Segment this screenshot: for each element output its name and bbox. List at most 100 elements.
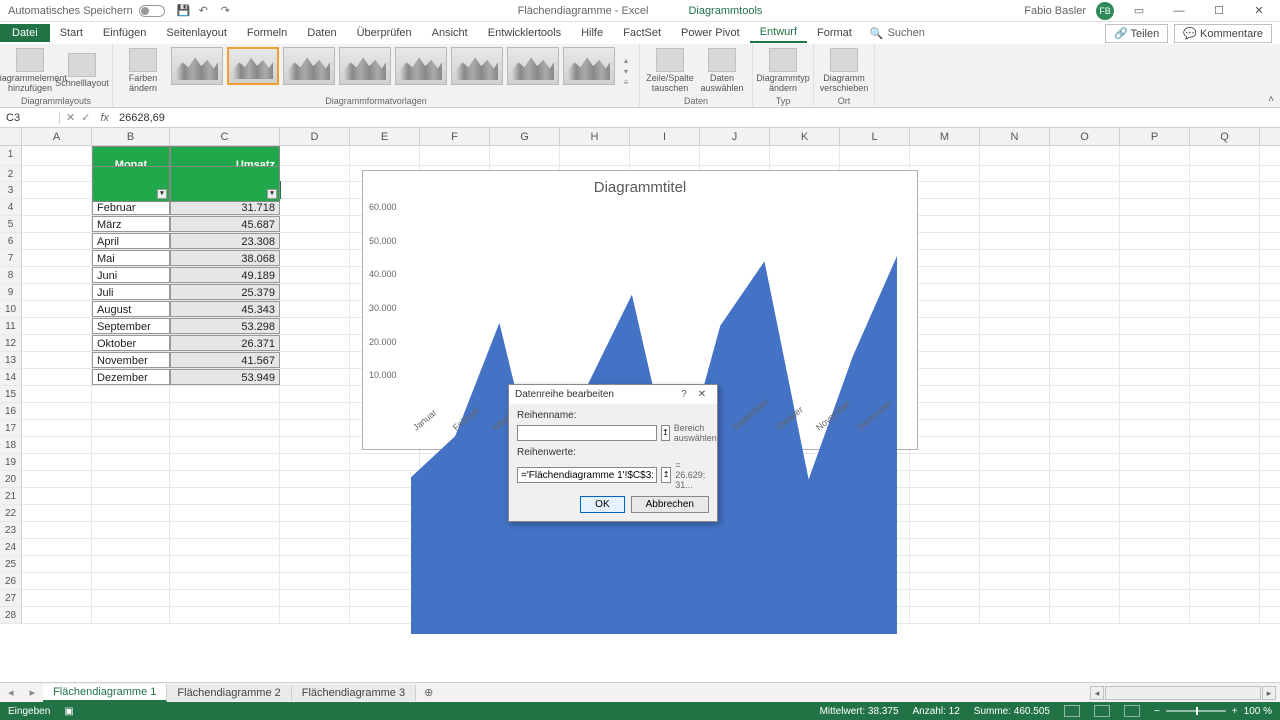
col-header[interactable]: D	[280, 128, 350, 145]
cell[interactable]	[1120, 166, 1190, 181]
cell[interactable]	[1190, 146, 1260, 165]
cell[interactable]	[420, 146, 490, 165]
cell[interactable]	[770, 146, 840, 165]
cell[interactable]	[980, 250, 1050, 266]
cell[interactable]	[1190, 522, 1260, 538]
ok-button[interactable]: OK	[580, 496, 624, 513]
cell[interactable]: Oktober	[92, 335, 170, 351]
close-icon[interactable]: ✕	[1244, 2, 1274, 20]
cell[interactable]	[910, 590, 980, 606]
cell[interactable]	[1050, 539, 1120, 555]
cell[interactable]	[350, 573, 420, 589]
cell[interactable]	[280, 284, 350, 300]
zoom-level[interactable]: 100 %	[1244, 706, 1272, 717]
cell[interactable]	[170, 556, 280, 572]
series-values-input[interactable]	[517, 467, 657, 483]
col-header[interactable]: N	[980, 128, 1050, 145]
cell[interactable]	[22, 318, 92, 334]
cell[interactable]	[1050, 318, 1120, 334]
cell[interactable]	[280, 471, 350, 487]
cell[interactable]	[350, 590, 420, 606]
tab-format[interactable]: Format	[807, 24, 862, 42]
chart-style-6[interactable]	[451, 47, 503, 85]
cell[interactable]: 25.379	[170, 284, 280, 300]
cell[interactable]	[910, 420, 980, 436]
cell[interactable]	[280, 454, 350, 470]
cell[interactable]	[910, 250, 980, 266]
cell[interactable]	[980, 471, 1050, 487]
row-header[interactable]: 9	[0, 284, 22, 300]
cell[interactable]	[910, 182, 980, 198]
cell[interactable]	[22, 590, 92, 606]
tab-view[interactable]: Ansicht	[422, 24, 478, 42]
row-header[interactable]: 24	[0, 539, 22, 555]
chart-style-3[interactable]	[283, 47, 335, 85]
cell[interactable]	[1190, 505, 1260, 521]
cell[interactable]	[1120, 454, 1190, 470]
cell[interactable]	[280, 199, 350, 215]
row-header[interactable]: 23	[0, 522, 22, 538]
cell[interactable]	[980, 284, 1050, 300]
cell[interactable]	[170, 488, 280, 504]
tab-developer[interactable]: Entwicklertools	[478, 24, 571, 42]
cell[interactable]	[350, 505, 420, 521]
fx-icon[interactable]: fx	[96, 112, 113, 124]
cell[interactable]	[350, 488, 420, 504]
cell[interactable]	[22, 471, 92, 487]
cell[interactable]	[980, 607, 1050, 623]
tab-data[interactable]: Daten	[297, 24, 346, 42]
select-all-corner[interactable]	[0, 128, 22, 145]
cell[interactable]	[910, 352, 980, 368]
cell[interactable]	[980, 267, 1050, 283]
row-header[interactable]: 28	[0, 607, 22, 623]
cell[interactable]	[1190, 284, 1260, 300]
cell[interactable]	[1050, 522, 1120, 538]
cell[interactable]	[92, 607, 170, 623]
cell[interactable]	[22, 386, 92, 402]
cell[interactable]	[280, 250, 350, 266]
cell[interactable]	[280, 488, 350, 504]
horizontal-scrollbar[interactable]: ◂ ▸	[1090, 686, 1280, 700]
cell[interactable]	[980, 233, 1050, 249]
cell[interactable]	[560, 146, 630, 165]
cell[interactable]	[280, 403, 350, 419]
cell[interactable]: Juni	[92, 267, 170, 283]
cell[interactable]: August	[92, 301, 170, 317]
cell[interactable]	[92, 539, 170, 555]
row-header[interactable]: 5	[0, 216, 22, 232]
col-header[interactable]: H	[560, 128, 630, 145]
cell[interactable]	[22, 437, 92, 453]
col-header[interactable]: J	[700, 128, 770, 145]
sheet-nav-prev-icon[interactable]: ◂	[0, 686, 22, 699]
cell[interactable]	[92, 454, 170, 470]
cell[interactable]	[1120, 590, 1190, 606]
cell[interactable]	[1120, 505, 1190, 521]
scroll-right-icon[interactable]: ▸	[1262, 686, 1276, 700]
cell[interactable]	[980, 590, 1050, 606]
cell[interactable]	[910, 505, 980, 521]
range-picker-icon[interactable]: ↥	[661, 425, 670, 441]
cell[interactable]	[910, 454, 980, 470]
cell[interactable]	[1120, 233, 1190, 249]
cell[interactable]: November	[92, 352, 170, 368]
cell[interactable]	[980, 199, 1050, 215]
cell[interactable]	[1190, 318, 1260, 334]
cell[interactable]	[1190, 199, 1260, 215]
maximize-icon[interactable]: ☐	[1204, 2, 1234, 20]
zoom-in-icon[interactable]: +	[1232, 706, 1238, 717]
chart-style-7[interactable]	[507, 47, 559, 85]
row-header[interactable]: 7	[0, 250, 22, 266]
cell[interactable]	[22, 369, 92, 385]
ribbon-options-icon[interactable]: ▭	[1124, 2, 1154, 20]
cell[interactable]	[1190, 267, 1260, 283]
cell[interactable]	[92, 386, 170, 402]
cell[interactable]	[980, 318, 1050, 334]
cell[interactable]	[350, 471, 420, 487]
cell[interactable]: Mai	[92, 250, 170, 266]
cell[interactable]	[1120, 182, 1190, 198]
cell[interactable]	[1120, 146, 1190, 165]
change-colors-button[interactable]: Farben ändern	[119, 47, 167, 95]
cell[interactable]	[1120, 267, 1190, 283]
row-header[interactable]: 15	[0, 386, 22, 402]
cell[interactable]	[910, 267, 980, 283]
